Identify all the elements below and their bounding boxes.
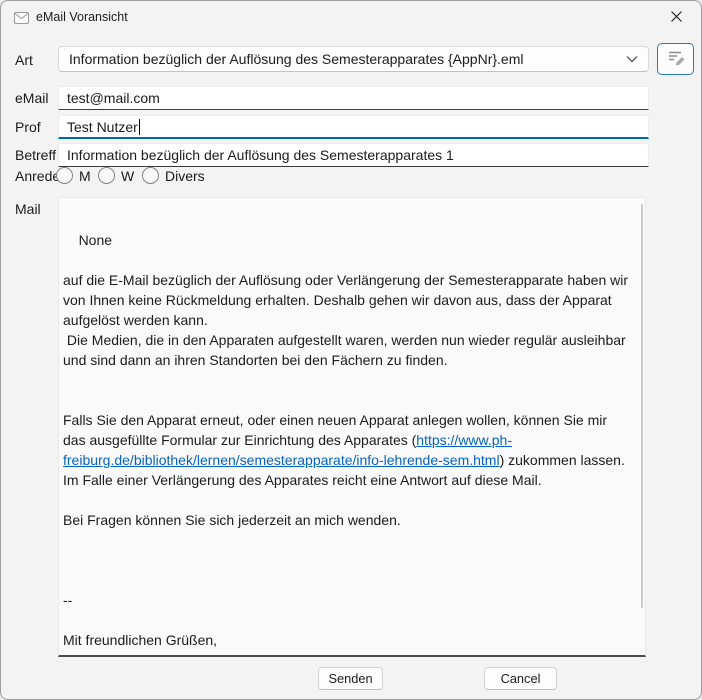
edit-icon (666, 48, 686, 71)
send-button[interactable]: Senden (318, 667, 383, 690)
radio-icon (98, 167, 115, 184)
anrede-option-w[interactable]: W (98, 167, 134, 184)
mail-body-text-before-link: None auf die E-Mail bezüglich der Auflös… (63, 232, 632, 448)
email-label: eMail (15, 90, 48, 106)
radio-icon (142, 167, 159, 184)
email-preview-dialog: eMail Voransicht Art Information bezügli… (0, 0, 702, 700)
prof-value: Test Nutzer (67, 119, 138, 135)
prof-label: Prof (15, 119, 41, 135)
prof-field[interactable]: Test Nutzer (58, 115, 649, 139)
title-bar: eMail Voransicht (1, 1, 701, 33)
art-template-select[interactable]: Information bezüglich der Auflösung des … (58, 46, 649, 72)
anrede-label: Anrede (15, 168, 60, 184)
anrede-option-m[interactable]: M (56, 167, 91, 184)
chevron-down-icon (626, 55, 638, 63)
art-label: Art (15, 52, 33, 68)
betreff-field[interactable]: Information bezüglich der Auflösung des … (58, 143, 649, 167)
scrollbar-thumb[interactable] (641, 204, 643, 608)
close-button[interactable] (661, 7, 691, 31)
mail-body-text-after-link: ) zukommen lassen. Im Falle einer Verlän… (63, 452, 625, 657)
anrede-option-w-label: W (121, 168, 134, 184)
betreff-value: Information bezüglich der Auflösung des … (67, 147, 454, 163)
betreff-label: Betreff (15, 147, 56, 163)
anrede-option-m-label: M (79, 168, 91, 184)
mail-body-editor[interactable]: None auf die E-Mail bezüglich der Auflös… (58, 197, 646, 657)
anrede-option-divers[interactable]: Divers (142, 167, 205, 184)
cancel-button-label: Cancel (501, 671, 541, 686)
mail-icon (14, 11, 29, 23)
close-icon (670, 10, 683, 28)
email-field[interactable]: test@mail.com (58, 86, 649, 110)
dialog-title: eMail Voransicht (36, 10, 128, 24)
edit-template-button[interactable] (657, 43, 694, 75)
mail-label: Mail (15, 201, 41, 217)
anrede-option-divers-label: Divers (165, 168, 205, 184)
text-caret (139, 119, 140, 135)
cancel-button[interactable]: Cancel (484, 667, 557, 690)
send-button-label: Senden (328, 671, 372, 686)
radio-icon (56, 167, 73, 184)
art-selected-value: Information bezüglich der Auflösung des … (69, 51, 524, 67)
email-value: test@mail.com (67, 90, 160, 106)
